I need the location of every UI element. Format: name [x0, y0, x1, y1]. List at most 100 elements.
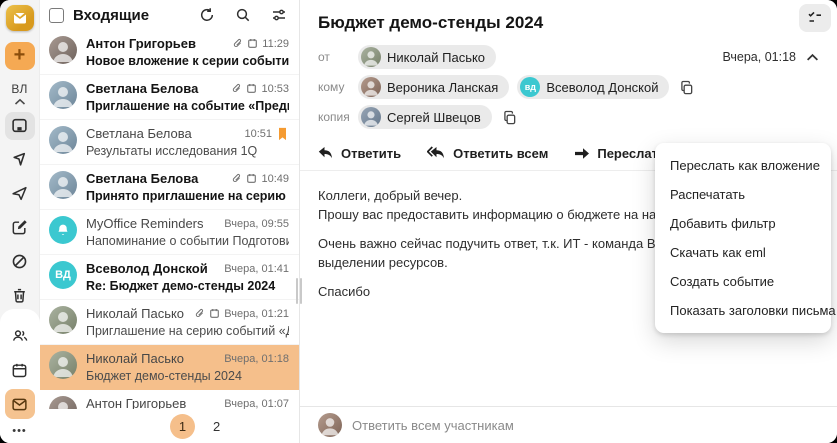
sidebar-folder-spam[interactable] — [5, 247, 35, 275]
collapse-header-icon[interactable] — [806, 53, 819, 62]
message-row-selected[interactable]: Николай Пасько Вчера, 01:18 Бюджет демо-… — [40, 345, 299, 390]
event-icon — [246, 173, 257, 184]
event-icon — [247, 38, 258, 49]
forward-button[interactable]: Переслать — [574, 146, 666, 161]
message-actions-menu: Переслать как вложение Распечатать Добав… — [655, 143, 836, 333]
message-time: Вчера, 01:07 — [224, 397, 289, 410]
message-row[interactable]: ВД Всеволод Донской Вчера, 01:41 Re: Бюд… — [40, 255, 299, 300]
message-subject: Новое вложение к серии событий «Аналити… — [86, 54, 289, 68]
initials-avatar: ВД — [49, 261, 77, 289]
sender-name: Антон Григорьев — [86, 36, 196, 51]
compose-new-button[interactable]: + — [4, 42, 35, 70]
attachment-icon — [231, 83, 242, 94]
more-apps-icon[interactable]: ••• — [12, 425, 27, 437]
attachment-icon — [231, 173, 242, 184]
copy-recipients-icon[interactable] — [679, 80, 694, 95]
menu-item-download-eml[interactable]: Скачать как eml — [655, 238, 831, 267]
message-time: 10:53 — [261, 82, 289, 95]
message-row[interactable]: Светлана Белова 10:53 Приглашение на соб… — [40, 75, 299, 120]
list-header: Входящие — [40, 0, 299, 30]
sidebar-folder-sent[interactable] — [5, 180, 35, 208]
sidebar-folder-trash[interactable] — [5, 281, 35, 309]
sender-name: Николай Пасько — [86, 306, 185, 321]
to-contact-chip[interactable]: вд Всеволод Донской — [517, 75, 670, 99]
reading-pane: Бюджет демо-стенды 2024 от Николай Паськ… — [296, 0, 837, 443]
message-subject: Приглашение на событие «Предварительно… — [86, 99, 289, 113]
filter-settings-icon[interactable] — [271, 7, 287, 23]
folder-title: Входящие — [73, 6, 150, 24]
quick-reply-bar[interactable]: Ответить всем участникам — [300, 406, 837, 443]
message-row[interactable]: Светлана Белова 10:51 Результаты исследо… — [40, 120, 299, 165]
avatar — [49, 351, 77, 379]
sidebar-folder-inbox[interactable] — [4, 111, 35, 140]
attachment-icon — [232, 38, 243, 49]
avatar — [49, 81, 77, 109]
pagination: 1 2 — [40, 409, 299, 443]
reminder-bell-avatar — [49, 216, 77, 244]
copy-cc-icon[interactable] — [502, 110, 517, 125]
message-subject: Напоминание о событии Подготовить отчет… — [86, 234, 289, 248]
search-icon[interactable] — [235, 7, 251, 23]
sidebar-folder-flagged[interactable] — [5, 146, 35, 174]
bookmark-flag-icon[interactable] — [276, 127, 289, 141]
message-subject: Принято приглашение на серию событий «… — [86, 189, 289, 203]
from-label: от — [318, 50, 330, 64]
refresh-icon[interactable] — [199, 7, 215, 23]
mail-app-icon[interactable] — [4, 389, 35, 420]
page-2-button[interactable]: 2 — [213, 419, 220, 434]
calendar-app-icon[interactable] — [5, 355, 35, 385]
email-subject: Бюджет демо-стенды 2024 — [318, 13, 544, 32]
to-contact-chip[interactable]: Вероника Ланская — [358, 75, 510, 99]
message-subject: Результаты исследования 1Q — [86, 144, 258, 158]
avatar — [361, 47, 381, 67]
message-row[interactable]: MyOffice Reminders Вчера, 09:55 Напомина… — [40, 210, 299, 255]
message-time: Вчера, 01:41 — [224, 262, 289, 275]
event-icon — [209, 308, 220, 319]
message-time: 10:51 — [244, 127, 272, 140]
initials-avatar: вд — [520, 77, 541, 97]
checklist-panel-icon[interactable] — [799, 4, 831, 32]
avatar — [318, 413, 342, 437]
menu-item-print[interactable]: Распечатать — [655, 180, 831, 209]
sender-name: MyOffice Reminders — [86, 216, 204, 231]
sidebar-folder-drafts[interactable] — [5, 213, 35, 241]
sender-name: Николай Пасько — [86, 351, 185, 366]
myoffice-mail-logo-icon[interactable] — [5, 5, 34, 31]
pane-resize-handle[interactable] — [296, 278, 303, 304]
menu-item-forward-as-attachment[interactable]: Переслать как вложение — [655, 151, 831, 180]
menu-item-create-event[interactable]: Создать событие — [655, 267, 831, 296]
email-timestamp: Вчера, 01:18 — [722, 50, 796, 64]
reply-all-button[interactable]: Ответить всем — [427, 146, 548, 161]
contacts-app-icon[interactable] — [5, 321, 35, 351]
cc-contact-chip[interactable]: Сергей Швецов — [358, 105, 492, 129]
page-1-button[interactable]: 1 — [170, 413, 195, 439]
select-all-checkbox[interactable] — [49, 7, 64, 23]
from-contact-chip[interactable]: Николай Пасько — [358, 45, 497, 69]
message-subject: Re: Бюджет демо-стенды 2024 — [86, 279, 276, 293]
avatar — [49, 306, 77, 334]
avatar — [49, 126, 77, 154]
message-subject: Бюджет демо-стенды 2024 — [86, 369, 242, 383]
avatar — [49, 171, 77, 199]
menu-item-show-headers[interactable]: Показать заголовки письма — [655, 296, 836, 325]
sender-name: Светлана Белова — [86, 81, 199, 96]
account-initials[interactable]: ВЛ — [11, 82, 27, 96]
cc-name: Сергей Швецов — [387, 109, 481, 125]
message-row[interactable]: Николай Пасько Вчера, 01:21 Приглашение … — [40, 300, 299, 345]
message-row[interactable]: Антон Григорьев 11:29 Новое вложение к с… — [40, 30, 299, 75]
to-name: Всеволод Донской — [546, 79, 659, 95]
avatar — [361, 107, 381, 127]
message-list-pane: Входящие Антон Григорьев 11:29 Новое вло… — [40, 0, 300, 443]
sender-name: Светлана Белова — [86, 126, 192, 141]
menu-item-add-filter[interactable]: Добавить фильтр — [655, 209, 831, 238]
to-name: Вероника Ланская — [387, 79, 499, 95]
reply-button[interactable]: Ответить — [318, 146, 401, 161]
from-name: Николай Пасько — [387, 49, 486, 65]
message-row[interactable]: Светлана Белова 10:49 Принято приглашени… — [40, 165, 299, 210]
collapse-account-icon[interactable] — [14, 98, 26, 106]
message-time: Вчера, 01:18 — [224, 352, 289, 365]
attachment-icon — [194, 308, 205, 319]
message-time: 11:29 — [262, 37, 289, 50]
quick-reply-placeholder: Ответить всем участникам — [352, 417, 514, 433]
app-switcher: ••• — [0, 309, 40, 443]
